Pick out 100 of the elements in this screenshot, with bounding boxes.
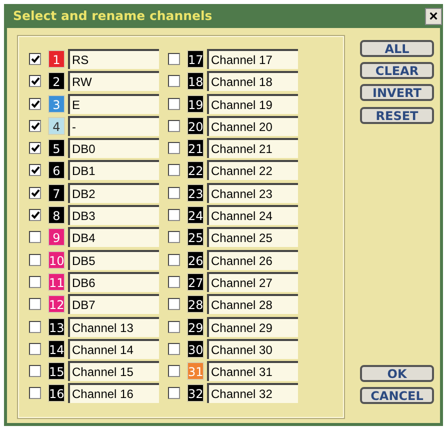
channel-name-field[interactable]: RS — [68, 49, 159, 69]
checkbox[interactable] — [29, 186, 41, 199]
channel-name-field[interactable]: Channel 15 — [68, 361, 159, 382]
channel-number: 1 — [48, 50, 65, 68]
channel-name-field[interactable]: DB6 — [68, 272, 159, 292]
action-button[interactable]: INVERT — [360, 84, 434, 101]
channel-name-field[interactable]: E — [68, 94, 159, 114]
channel-number: 15 — [48, 362, 65, 380]
close-button[interactable]: × — [425, 8, 442, 24]
cancel-button[interactable]: CANCEL — [360, 387, 434, 404]
channel-number: 25 — [187, 228, 204, 246]
checkbox[interactable] — [168, 164, 180, 176]
checkbox[interactable] — [168, 142, 180, 154]
channel-number: 29 — [187, 318, 204, 336]
checkbox[interactable] — [168, 209, 180, 222]
checkbox[interactable] — [29, 320, 41, 333]
checkbox[interactable] — [168, 75, 180, 88]
channel-number: 3 — [48, 94, 65, 113]
channel-number: 18 — [187, 72, 204, 90]
action-button[interactable]: CLEAR — [360, 62, 434, 79]
channel-number: 8 — [48, 206, 65, 224]
channel-name-field[interactable]: Channel 30 — [207, 338, 298, 359]
channel-name-field[interactable]: Channel 21 — [207, 138, 298, 158]
checkbox[interactable] — [168, 231, 180, 244]
checkbox[interactable] — [29, 98, 41, 110]
checkbox[interactable] — [168, 276, 180, 288]
channel-number: 22 — [187, 161, 204, 180]
channel-name-field[interactable]: DB1 — [68, 160, 159, 180]
channel-number: 7 — [48, 184, 65, 202]
checkbox[interactable] — [29, 120, 41, 132]
checkbox[interactable] — [29, 276, 41, 288]
channel-name-field[interactable]: DB2 — [68, 182, 159, 203]
window-title: Select and rename channels — [13, 6, 212, 25]
channel-name-field[interactable]: Channel 20 — [207, 116, 298, 136]
channel-number: 17 — [187, 50, 204, 68]
checkbox[interactable] — [168, 320, 180, 333]
checkbox[interactable] — [168, 186, 180, 199]
channel-number: 14 — [48, 340, 65, 358]
channel-name-field[interactable]: DB7 — [68, 294, 159, 314]
checkbox[interactable] — [29, 142, 41, 154]
channel-name-field[interactable]: Channel 13 — [68, 316, 159, 337]
action-button[interactable]: RESET — [360, 107, 434, 124]
checkbox[interactable] — [29, 231, 41, 244]
channel-number: 21 — [187, 139, 204, 158]
checkbox[interactable] — [168, 298, 180, 310]
checkbox[interactable] — [168, 120, 180, 132]
channel-number: 26 — [187, 250, 204, 269]
channel-name-field[interactable]: Channel 29 — [207, 316, 298, 337]
channel-number: 4 — [48, 116, 65, 135]
channel-number: 10 — [48, 250, 65, 269]
checkbox[interactable] — [29, 365, 41, 378]
channel-name-field[interactable]: - — [68, 116, 159, 136]
channel-name-field[interactable]: RW — [68, 71, 159, 92]
checkbox[interactable] — [168, 387, 180, 400]
channel-name-field[interactable]: Channel 28 — [207, 294, 298, 314]
action-button[interactable]: ALL — [360, 40, 434, 57]
channel-number: 23 — [187, 184, 204, 202]
channel-name-field[interactable]: Channel 24 — [207, 205, 298, 226]
channel-name-field[interactable]: Channel 14 — [68, 338, 159, 359]
checkbox[interactable] — [29, 209, 41, 222]
channel-name-field[interactable]: Channel 17 — [207, 49, 298, 69]
checkbox[interactable] — [168, 342, 180, 355]
channel-number: 32 — [187, 384, 204, 402]
channel-name-field[interactable]: DB3 — [68, 205, 159, 226]
channel-name-field[interactable]: Channel 31 — [207, 361, 298, 382]
checkbox[interactable] — [29, 342, 41, 355]
channel-number: 20 — [187, 116, 204, 135]
channel-name-field[interactable]: Channel 22 — [207, 160, 298, 180]
channel-name-field[interactable]: Channel 18 — [207, 71, 298, 92]
channel-number: 12 — [48, 295, 65, 314]
channel-name-field[interactable]: DB0 — [68, 138, 159, 158]
channel-name-field[interactable]: Channel 16 — [68, 383, 159, 404]
channel-name-field[interactable]: Channel 23 — [207, 182, 298, 203]
checkbox[interactable] — [168, 254, 180, 266]
channel-number: 30 — [187, 340, 204, 358]
checkbox[interactable] — [168, 98, 180, 110]
channel-name-field[interactable]: DB4 — [68, 227, 159, 248]
channel-number: 27 — [187, 272, 204, 291]
checkbox[interactable] — [168, 53, 180, 65]
channel-name-field[interactable]: Channel 27 — [207, 272, 298, 292]
checkbox[interactable] — [29, 53, 41, 65]
checkbox[interactable] — [29, 254, 41, 266]
channel-number: 16 — [48, 384, 65, 402]
channel-number: 28 — [187, 295, 204, 314]
checkbox[interactable] — [29, 387, 41, 400]
channel-name-field[interactable]: Channel 26 — [207, 250, 298, 270]
checkbox[interactable] — [29, 75, 41, 88]
channel-number: 5 — [48, 139, 65, 158]
channel-number: 2 — [48, 72, 65, 90]
channel-number: 9 — [48, 228, 65, 246]
ok-button[interactable]: OK — [360, 365, 434, 382]
checkbox[interactable] — [29, 164, 41, 176]
channel-number: 24 — [187, 206, 204, 224]
checkbox[interactable] — [29, 298, 41, 310]
checkbox[interactable] — [168, 365, 180, 378]
channel-name-field[interactable]: Channel 32 — [207, 383, 298, 404]
channel-number: 13 — [48, 318, 65, 336]
channel-name-field[interactable]: DB5 — [68, 250, 159, 270]
channel-name-field[interactable]: Channel 25 — [207, 227, 298, 248]
channel-name-field[interactable]: Channel 19 — [207, 94, 298, 114]
